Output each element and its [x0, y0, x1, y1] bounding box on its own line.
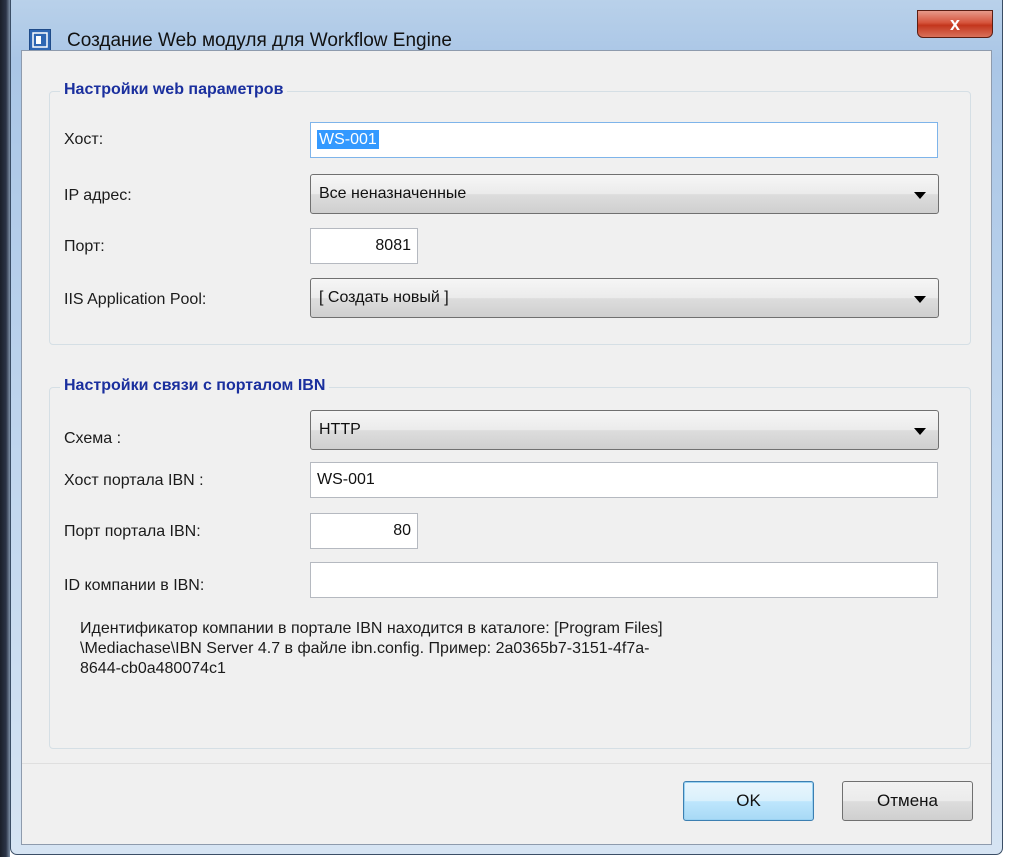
portal-port-label: Порт портала IBN: [64, 523, 201, 540]
app-pool-select[interactable]: [ Создать новый ] [310, 278, 939, 318]
chevron-down-icon [914, 296, 926, 303]
app-pool-value: [ Создать новый ] [319, 289, 449, 306]
port-label: Порт: [64, 238, 105, 255]
ibn-settings-legend: Настройки связи с порталом IBN [60, 377, 330, 395]
portal-host-input[interactable]: WS-001 [310, 462, 938, 498]
host-label: Хост: [64, 131, 104, 148]
scheme-select[interactable]: HTTP [310, 410, 939, 450]
desktop-edge [0, 0, 10, 857]
dialog-window: Создание Web модуля для Workflow Engine … [10, 0, 1003, 855]
portal-host-label: Хост портала IBN : [64, 472, 204, 489]
dialog-client-area: Настройки web параметров Хост: WS-001 IP… [21, 50, 992, 845]
host-value: WS-001 [317, 130, 379, 149]
chevron-down-icon [914, 428, 926, 435]
scheme-label: Схема : [64, 430, 122, 447]
ip-label: IP адрес: [64, 187, 132, 204]
window-title: Создание Web модуля для Workflow Engine [67, 30, 452, 51]
ip-address-value: Все неназначенные [319, 185, 467, 202]
company-id-input[interactable] [310, 562, 938, 598]
ip-address-select[interactable]: Все неназначенные [310, 174, 939, 214]
ok-button[interactable]: OK [683, 781, 814, 821]
app-pool-label: IIS Application Pool: [64, 291, 207, 308]
company-id-label: ID компании в IBN: [64, 577, 205, 594]
scheme-value: HTTP [319, 421, 361, 438]
button-bar-divider [22, 763, 991, 764]
web-settings-legend: Настройки web параметров [60, 81, 288, 99]
close-button[interactable]: x [917, 10, 993, 38]
hint-line-1: Идентификатор компании в портале IBN нах… [80, 620, 663, 637]
cancel-button[interactable]: Отмена [842, 781, 973, 821]
host-input[interactable]: WS-001 [310, 122, 938, 158]
company-id-hint: Идентификатор компании в портале IBN нах… [80, 619, 960, 679]
chevron-down-icon [914, 192, 926, 199]
hint-line-3: 8644-cb0a480074c1 [80, 660, 226, 677]
app-icon [29, 29, 51, 51]
port-input[interactable]: 8081 [310, 228, 418, 264]
portal-port-input[interactable]: 80 [310, 513, 418, 549]
hint-line-2: \Mediachase\IBN Server 4.7 в файле ibn.c… [80, 640, 650, 657]
